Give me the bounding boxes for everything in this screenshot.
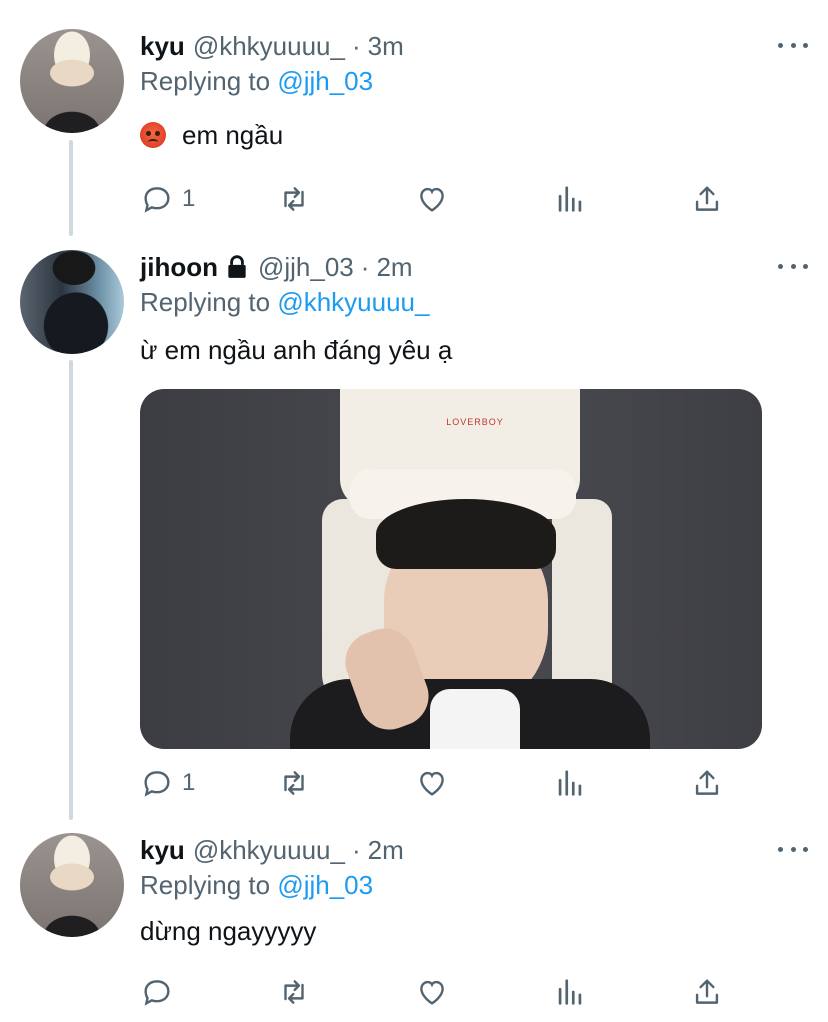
- avatar[interactable]: [20, 833, 124, 937]
- display-name[interactable]: kyu: [140, 835, 185, 866]
- mention-link[interactable]: @khkyuuuu_: [277, 287, 429, 317]
- display-name[interactable]: jihoon: [140, 252, 218, 283]
- reply-button[interactable]: 1: [140, 763, 195, 803]
- tweet-text: em ngầu: [140, 117, 808, 153]
- share-icon: [695, 770, 719, 795]
- display-name[interactable]: kyu: [140, 31, 185, 62]
- analytics-icon: [558, 770, 582, 796]
- replying-to: Replying to @jjh_03: [140, 867, 808, 903]
- tweet-header: jihoon @jjh_03 · 2m: [140, 250, 808, 284]
- like-button[interactable]: [415, 763, 449, 803]
- retweet-icon: [284, 980, 304, 1004]
- like-icon: [420, 980, 444, 1005]
- reply-icon: [144, 187, 170, 213]
- reply-button[interactable]: [140, 972, 174, 1012]
- lock-icon: [228, 255, 246, 278]
- avatar[interactable]: [20, 29, 124, 133]
- analytics-button[interactable]: [553, 972, 587, 1012]
- like-button[interactable]: [415, 972, 449, 1012]
- tweet-header: kyu @khkyuuuu_ · 3m: [140, 29, 808, 63]
- photo-hair: [376, 499, 556, 569]
- photo-shirt: [430, 689, 520, 749]
- more-icon[interactable]: [778, 254, 808, 278]
- analytics-icon: [558, 979, 582, 1005]
- reply-count: 1: [182, 185, 196, 212]
- separator: ·: [360, 251, 370, 282]
- share-button[interactable]: [690, 179, 724, 219]
- analytics-button[interactable]: [553, 179, 587, 219]
- user-handle[interactable]: @khkyuuuu_: [193, 835, 345, 866]
- share-icon: [695, 186, 719, 211]
- retweet-icon: [284, 187, 304, 211]
- replying-to: Replying to @jjh_03: [140, 63, 808, 99]
- more-icon[interactable]: [778, 33, 808, 57]
- tweet-media-photo[interactable]: LOVERBOY: [140, 389, 762, 749]
- analytics-button[interactable]: [553, 763, 587, 803]
- replying-prefix: Replying to: [140, 870, 271, 900]
- reply-icon: [144, 980, 170, 1006]
- retweet-icon: [284, 771, 304, 795]
- like-icon: [420, 771, 444, 796]
- tweet-actions: [140, 972, 730, 1012]
- reply-count: 1: [182, 769, 196, 796]
- tweet-actions: 1: [140, 179, 730, 219]
- tweet-header: kyu @khkyuuuu_ · 2m: [140, 833, 808, 867]
- angry-face-emoji-icon: [140, 122, 166, 148]
- tweet-text: dừng ngayyyyy: [140, 916, 317, 946]
- reply-icon: [144, 771, 170, 797]
- tweet-text: ừ em ngầu anh đáng yêu ạ: [140, 335, 453, 365]
- photo-hat-label: LOVERBOY: [446, 417, 504, 427]
- like-button[interactable]: [415, 179, 449, 219]
- timestamp[interactable]: 3m: [368, 31, 404, 62]
- reply-button[interactable]: 1: [140, 179, 195, 219]
- tweet-actions: 1: [140, 763, 730, 803]
- user-handle[interactable]: @khkyuuuu_: [193, 31, 345, 62]
- retweet-button[interactable]: [277, 179, 311, 219]
- separator: ·: [351, 30, 361, 61]
- avatar[interactable]: [20, 250, 124, 354]
- timestamp[interactable]: 2m: [368, 835, 404, 866]
- replying-to: Replying to @khkyuuuu_: [140, 284, 808, 320]
- retweet-button[interactable]: [277, 763, 311, 803]
- share-button[interactable]: [690, 972, 724, 1012]
- replying-prefix: Replying to: [140, 287, 271, 317]
- tweet-text-content: em ngầu: [182, 120, 284, 150]
- analytics-icon: [558, 186, 582, 212]
- share-icon: [695, 979, 719, 1004]
- mention-link[interactable]: @jjh_03: [277, 870, 373, 900]
- timestamp[interactable]: 2m: [376, 252, 412, 283]
- separator: ·: [351, 834, 361, 865]
- retweet-button[interactable]: [277, 972, 311, 1012]
- mention-link[interactable]: @jjh_03: [277, 66, 373, 96]
- more-icon[interactable]: [778, 837, 808, 861]
- share-button[interactable]: [690, 763, 724, 803]
- replying-prefix: Replying to: [140, 66, 271, 96]
- user-handle[interactable]: @jjh_03: [258, 252, 354, 283]
- like-icon: [420, 187, 444, 212]
